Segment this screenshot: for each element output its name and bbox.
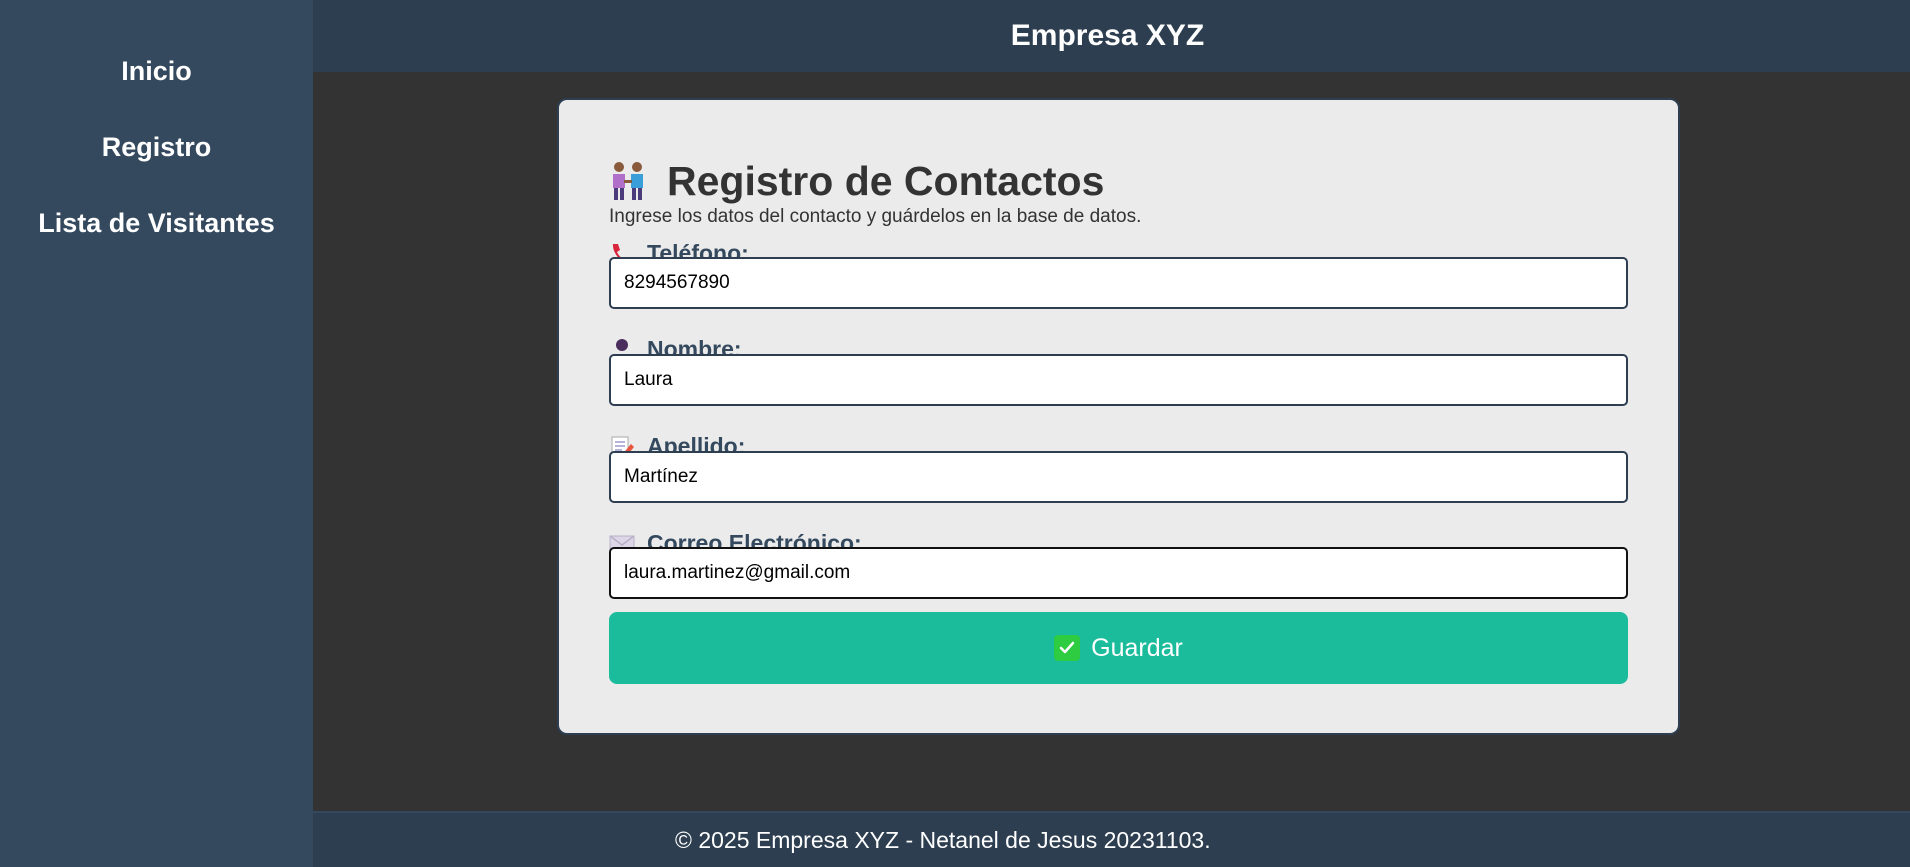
sidebar-item-lista-de-visitantes[interactable]: Lista de Visitantes — [38, 204, 275, 242]
form-title-row: Registro de Contactos — [609, 157, 1104, 205]
save-button-label: Guardar — [1091, 633, 1183, 662]
page-header: Empresa XYZ — [313, 0, 1910, 72]
sidebar: Inicio Registro Lista de Visitantes — [0, 0, 313, 867]
save-button[interactable]: Guardar — [609, 612, 1628, 684]
contact-form-card: Registro de Contactos Ingrese los datos … — [557, 98, 1680, 735]
sidebar-item-registro[interactable]: Registro — [102, 128, 212, 166]
sidebar-item-inicio[interactable]: Inicio — [121, 52, 192, 90]
header-title: Empresa XYZ — [1010, 19, 1205, 52]
page-footer: © 2025 Empresa XYZ - Netanel de Jesus 20… — [313, 811, 1910, 867]
telefono-input[interactable] — [609, 257, 1628, 309]
correo-input[interactable] — [609, 547, 1628, 599]
apellido-input[interactable] — [609, 451, 1628, 503]
check-mark-icon — [1054, 635, 1081, 661]
form-subtitle: Ingrese los datos del contacto y guárdel… — [609, 206, 1142, 227]
form-title: Registro de Contactos — [667, 158, 1105, 204]
main-content: Registro de Contactos Ingrese los datos … — [313, 72, 1910, 811]
nombre-input[interactable] — [609, 354, 1628, 406]
footer-text: © 2025 Empresa XYZ - Netanel de Jesus 20… — [675, 826, 1211, 853]
people-holding-hands-icon — [609, 160, 647, 202]
